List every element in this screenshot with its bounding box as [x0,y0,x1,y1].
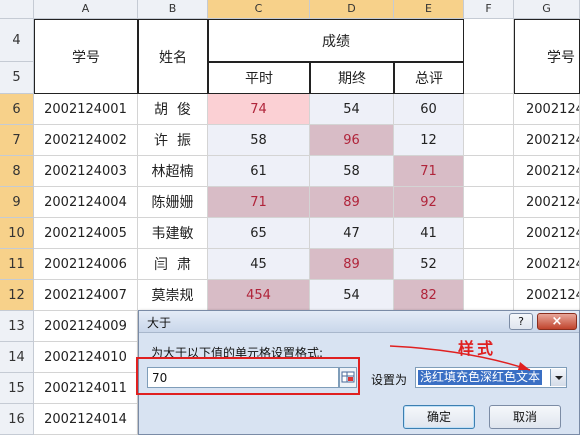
cell-final-score[interactable]: 58 [310,156,394,187]
cell-student-id-g[interactable]: 20021240 [514,218,580,249]
cell-regular-score[interactable]: 61 [208,156,310,187]
row-header-12[interactable]: 12 [0,280,34,311]
cell-regular-score[interactable]: 65 [208,218,310,249]
row-header-15[interactable]: 15 [0,373,34,404]
header-final[interactable]: 期终 [310,62,394,94]
cell-student-id-g[interactable]: 20021240 [514,187,580,218]
value-input[interactable]: 70 [147,367,339,388]
cell-student-id[interactable]: 2002124004 [34,187,138,218]
empty-cell-f[interactable] [464,249,514,280]
cell-overall-score[interactable]: 92 [394,187,464,218]
column-header-a[interactable]: A [34,0,138,19]
cell-student-name[interactable]: 韦建敏 [138,218,208,249]
row-header-11[interactable]: 11 [0,249,34,280]
empty-cell-f[interactable] [464,156,514,187]
cell-overall-score[interactable]: 60 [394,94,464,125]
cell-regular-score[interactable]: 454 [208,280,310,311]
cell-regular-score[interactable]: 71 [208,187,310,218]
row-header-4[interactable]: 4 [0,19,34,62]
row-header-8[interactable]: 8 [0,156,34,187]
row-header-16[interactable]: 16 [0,404,34,435]
empty-cell-f[interactable] [464,125,514,156]
column-header-c[interactable]: C [208,0,310,19]
empty-cell-f[interactable] [464,280,514,311]
value-input-text: 70 [152,371,168,385]
cell-student-id[interactable]: 2002124006 [34,249,138,280]
cell-student-name[interactable]: 莫崇规 [138,280,208,311]
cell-overall-score[interactable]: 52 [394,249,464,280]
cell-regular-score[interactable]: 74 [208,94,310,125]
cell-student-id[interactable]: 2002124003 [34,156,138,187]
cell-student-id-g[interactable]: 20021240 [514,125,580,156]
cell-student-id[interactable]: 2002124007 [34,280,138,311]
cell-overall-score[interactable]: 12 [394,125,464,156]
header-regular[interactable]: 平时 [208,62,310,94]
cell-student-id[interactable]: 2002124010 [34,342,138,373]
dialog-title-bar[interactable]: 大于 ? × [139,311,579,333]
header-student-id[interactable]: 学号 [34,19,138,94]
empty-cell-f[interactable] [464,218,514,249]
cell-regular-score[interactable]: 45 [208,249,310,280]
empty-cell-f[interactable] [464,94,514,125]
cell-overall-score[interactable]: 82 [394,280,464,311]
cell-reference-picker-icon[interactable] [339,367,357,388]
row-header-10[interactable]: 10 [0,218,34,249]
column-header-d[interactable]: D [310,0,394,19]
cell-student-id[interactable]: 2002124009 [34,311,138,342]
help-button[interactable]: ? [509,313,533,330]
cell-student-id-g[interactable]: 20021240 [514,249,580,280]
column-header-e[interactable]: E [394,0,464,19]
cell-regular-score[interactable]: 58 [208,125,310,156]
header-student-id-g[interactable]: 学号 [514,19,580,94]
empty-cell-f[interactable] [464,187,514,218]
cell-student-name[interactable]: 闫 肃 [138,249,208,280]
cell-student-id[interactable]: 2002124001 [34,94,138,125]
cell-student-id[interactable]: 2002124011 [34,373,138,404]
cell-student-name[interactable]: 陈姗姗 [138,187,208,218]
row-header-7[interactable]: 7 [0,125,34,156]
row-header-5[interactable]: 5 [0,62,34,94]
cancel-button[interactable]: 取消 [489,405,561,429]
row-header-9[interactable]: 9 [0,187,34,218]
column-header-f[interactable]: F [464,0,514,19]
ok-button[interactable]: 确定 [403,405,475,429]
column-header-b[interactable]: B [138,0,208,19]
row-header-6[interactable]: 6 [0,94,34,125]
row-header-13[interactable]: 13 [0,311,34,342]
cell-overall-score[interactable]: 71 [394,156,464,187]
cell-final-score[interactable]: 89 [310,187,394,218]
cell-final-score[interactable]: 47 [310,218,394,249]
dialog-title: 大于 [147,316,172,330]
cell-final-score[interactable]: 89 [310,249,394,280]
cell-student-name[interactable]: 林超楠 [138,156,208,187]
cell-student-id-g[interactable]: 20021240 [514,156,580,187]
header-overall[interactable]: 总评 [394,62,464,94]
cell-final-score[interactable]: 54 [310,280,394,311]
close-button[interactable]: × [537,313,577,330]
cell-student-name[interactable]: 许 振 [138,125,208,156]
header-name[interactable]: 姓名 [138,19,208,94]
annotation-arrow-icon [389,345,531,371]
row-header-14[interactable]: 14 [0,342,34,373]
cell-final-score[interactable]: 96 [310,125,394,156]
empty-cell-f-header[interactable] [464,19,514,94]
cell-student-id-g[interactable]: 20021240 [514,94,580,125]
cell-student-id[interactable]: 2002124002 [34,125,138,156]
cell-student-name[interactable]: 胡 俊 [138,94,208,125]
cell-student-id[interactable]: 2002124005 [34,218,138,249]
column-header-g[interactable]: G [514,0,580,19]
select-all-corner[interactable] [0,0,34,19]
cell-student-id[interactable]: 2002124014 [34,404,138,435]
cell-student-id-g[interactable]: 20021240 [514,280,580,311]
cell-overall-score[interactable]: 41 [394,218,464,249]
cell-final-score[interactable]: 54 [310,94,394,125]
header-grades[interactable]: 成绩 [208,19,464,62]
